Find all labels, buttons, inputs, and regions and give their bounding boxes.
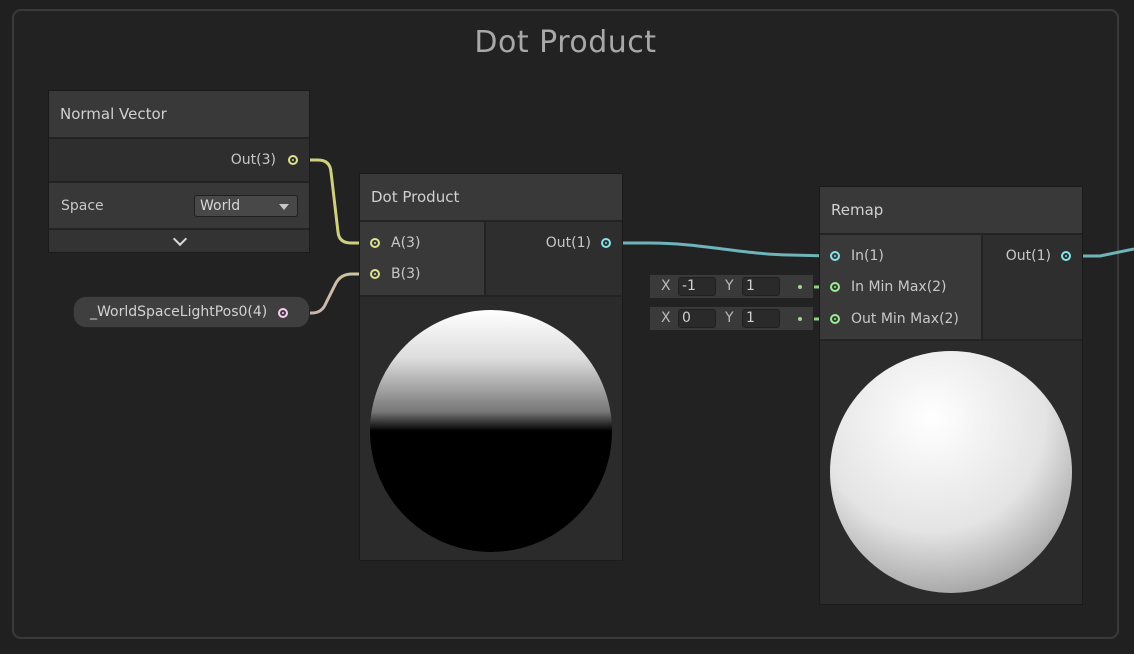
dropdown-caret-icon (279, 204, 289, 210)
field-connector-dot (798, 285, 802, 289)
input-in-label: In(1) (851, 248, 884, 264)
input-port-in-min-max[interactable] (830, 282, 840, 292)
preview-sphere (830, 351, 1072, 593)
preview-panel (820, 341, 1082, 604)
input-port-out-min-max[interactable] (830, 314, 840, 324)
y-label: Y (725, 278, 734, 294)
preview-sphere (370, 310, 612, 552)
input-port-b[interactable] (370, 269, 380, 279)
output-label: Out(3) (230, 152, 276, 168)
property-label: _WorldSpaceLightPos0(4) (90, 304, 268, 320)
input-port-in[interactable] (830, 251, 840, 261)
field-connector-dot (798, 317, 802, 321)
preview-panel (360, 297, 622, 560)
input-port-a[interactable] (370, 238, 380, 248)
x-input[interactable]: 0 (678, 309, 716, 328)
wire-dot-to-remap (612, 241, 832, 258)
remap-node[interactable]: Remap In(1) In Min Max(2) Out Min Max(2)… (820, 187, 1082, 604)
x-label: X (661, 278, 671, 294)
input-out-min-max-label: Out Min Max(2) (851, 311, 959, 327)
node-title[interactable]: Dot Product (360, 174, 622, 220)
node-title[interactable]: Normal Vector (49, 91, 309, 137)
in-min-max-field[interactable]: X -1 Y 1 (650, 275, 813, 298)
input-a-label: A(3) (391, 235, 421, 251)
x-input[interactable]: -1 (678, 277, 716, 296)
output-port[interactable] (601, 238, 611, 248)
normal-vector-node[interactable]: Normal Vector Out(3) Space World (49, 91, 309, 252)
output-port[interactable] (1061, 251, 1071, 261)
dot-product-node[interactable]: Dot Product A(3) B(3) Out(1) (360, 174, 622, 560)
input-b-label: B(3) (391, 266, 421, 282)
output-port[interactable] (288, 155, 298, 165)
property-output-port[interactable] (278, 308, 288, 318)
input-in-min-max-label: In Min Max(2) (851, 279, 947, 295)
space-dropdown[interactable]: World (194, 195, 298, 217)
y-input[interactable]: 1 (742, 309, 780, 328)
expand-button[interactable] (49, 230, 309, 252)
y-input[interactable]: 1 (742, 277, 780, 296)
output-label: Out(1) (1005, 248, 1051, 264)
output-label: Out(1) (545, 235, 591, 251)
x-label: X (661, 310, 671, 326)
property-node[interactable]: _WorldSpaceLightPos0(4) (74, 297, 309, 327)
space-value: World (200, 198, 241, 214)
space-label: Space (61, 198, 104, 214)
chevron-down-icon (172, 231, 188, 247)
node-title[interactable]: Remap (820, 187, 1082, 233)
out-min-max-field[interactable]: X 0 Y 1 (650, 307, 813, 330)
y-label: Y (725, 310, 734, 326)
